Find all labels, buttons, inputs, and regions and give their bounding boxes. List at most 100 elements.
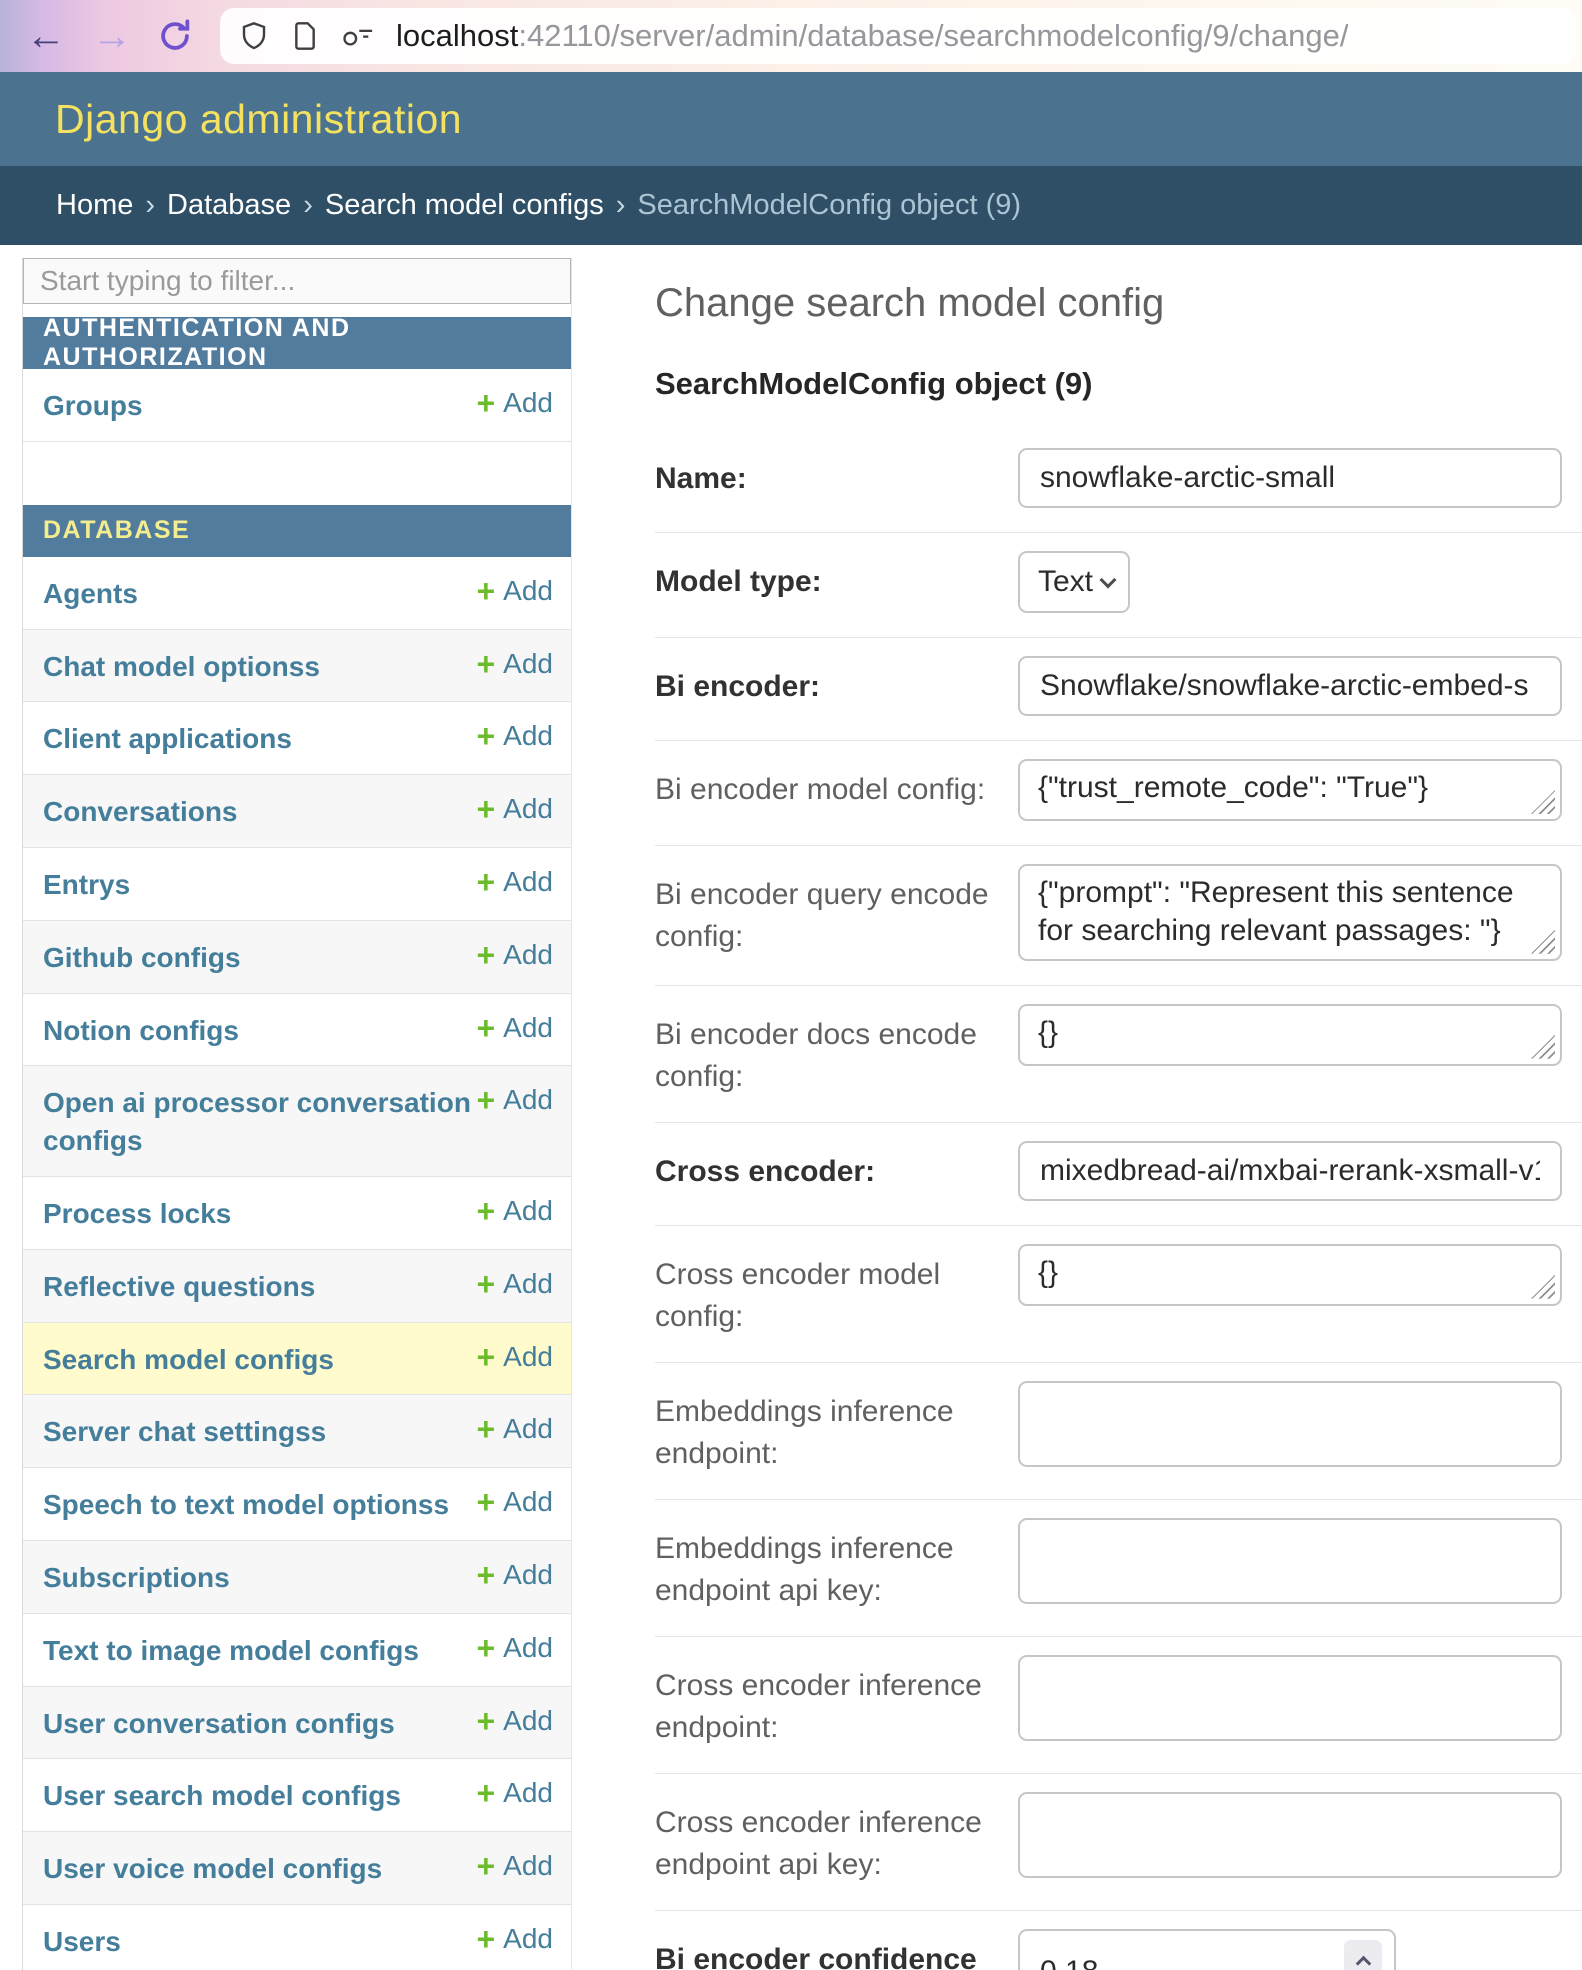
form-row-cross-encoder-inference-endpoint-api-key: Cross encoder inference endpoint api key… bbox=[655, 1774, 1582, 1911]
add-conversations-button[interactable]: +Add bbox=[476, 791, 553, 825]
add-user-search-model-configs-button[interactable]: +Add bbox=[476, 1775, 553, 1809]
resize-handle[interactable] bbox=[1531, 1275, 1555, 1299]
sidebar-item-conversations: Conversations+Add bbox=[23, 775, 571, 848]
resize-handle[interactable] bbox=[1531, 1035, 1555, 1059]
bi-encoder-docs-encode-config-textarea[interactable]: {} bbox=[1018, 1004, 1562, 1066]
page-body: ‹ AUTHENTICATION AND AUTHORIZATIONGroups… bbox=[0, 245, 1582, 1970]
sidebar-item-user-search-model-configs: User search model configs+Add bbox=[23, 1759, 571, 1832]
sidebar-link-open-ai-processor-conversation-configs[interactable]: Open ai processor conversation configs bbox=[43, 1082, 476, 1160]
sidebar-link-process-locks[interactable]: Process locks bbox=[43, 1193, 476, 1233]
add-reflective-questions-button[interactable]: +Add bbox=[476, 1266, 553, 1300]
add-chat-model-optionss-button[interactable]: +Add bbox=[476, 646, 553, 680]
add-open-ai-processor-conversation-configs-button[interactable]: +Add bbox=[476, 1082, 553, 1116]
resize-handle[interactable] bbox=[1531, 930, 1555, 954]
bi-encoder-model-config-textarea[interactable]: {"trust_remote_code": "True"} bbox=[1018, 759, 1562, 821]
cross-encoder-inference-endpoint-api-key-input[interactable] bbox=[1018, 1792, 1562, 1878]
add-label: Add bbox=[503, 1413, 553, 1445]
add-agents-button[interactable]: +Add bbox=[476, 573, 553, 607]
sidebar-item-user-conversation-configs: User conversation configs+Add bbox=[23, 1687, 571, 1760]
add-search-model-configs-button[interactable]: +Add bbox=[476, 1339, 553, 1373]
sidebar-link-client-applications[interactable]: Client applications bbox=[43, 718, 476, 758]
bi-encoder-query-encode-config-textarea[interactable]: {"prompt": "Represent this sentence for … bbox=[1018, 864, 1562, 961]
embeddings-inference-endpoint-input[interactable] bbox=[1018, 1381, 1562, 1467]
sidebar-link-user-voice-model-configs[interactable]: User voice model configs bbox=[43, 1848, 476, 1888]
main-content: Change search model config SearchModelCo… bbox=[572, 245, 1582, 1970]
sidebar-link-agents[interactable]: Agents bbox=[43, 573, 476, 613]
stepper-up-icon[interactable] bbox=[1355, 1956, 1371, 1970]
sidebar-link-reflective-questions[interactable]: Reflective questions bbox=[43, 1266, 476, 1306]
sidebar-item-notion-configs: Notion configs+Add bbox=[23, 994, 571, 1067]
sidebar-link-conversations[interactable]: Conversations bbox=[43, 791, 476, 831]
cross-encoder-model-config-textarea[interactable]: {} bbox=[1018, 1244, 1562, 1306]
plus-icon: + bbox=[476, 1923, 495, 1955]
sidebar-link-users[interactable]: Users bbox=[43, 1921, 476, 1961]
sidebar-item-client-applications: Client applications+Add bbox=[23, 702, 571, 775]
name-input[interactable] bbox=[1018, 448, 1562, 508]
permissions-icon[interactable] bbox=[340, 21, 376, 51]
add-notion-configs-button[interactable]: +Add bbox=[476, 1010, 553, 1044]
add-users-button[interactable]: +Add bbox=[476, 1921, 553, 1955]
add-user-conversation-configs-button[interactable]: +Add bbox=[476, 1703, 553, 1737]
sidebar-link-notion-configs[interactable]: Notion configs bbox=[43, 1010, 476, 1050]
sidebar-filter-input[interactable] bbox=[23, 258, 571, 304]
bi-encoder-label: Bi encoder: bbox=[655, 656, 1000, 708]
bi-encoder-model-config-control: {"trust_remote_code": "True"} bbox=[1018, 759, 1562, 821]
model-type-select[interactable]: Text bbox=[1018, 551, 1130, 613]
bi-encoder-confidence-threshold-input[interactable]: 0.18 bbox=[1018, 1929, 1396, 1970]
name-label: Name: bbox=[655, 448, 1000, 500]
add-user-voice-model-configs-button[interactable]: +Add bbox=[476, 1848, 553, 1882]
browser-refresh-icon[interactable] bbox=[156, 17, 194, 55]
sidebar-item-chat-model-optionss: Chat model optionss+Add bbox=[23, 630, 571, 703]
sidebar-link-speech-to-text-model-optionss[interactable]: Speech to text model optionss bbox=[43, 1484, 476, 1524]
url-bar[interactable]: localhost:42110/server/admin/database/se… bbox=[220, 8, 1576, 64]
sidebar-link-server-chat-settingss[interactable]: Server chat settingss bbox=[43, 1411, 476, 1451]
sidebar-toggle-icon[interactable]: ‹ bbox=[0, 1192, 1, 1246]
bi-encoder-input[interactable] bbox=[1018, 656, 1562, 716]
sidebar-link-text-to-image-model-configs[interactable]: Text to image model configs bbox=[43, 1630, 476, 1670]
resize-handle[interactable] bbox=[1531, 790, 1555, 814]
cross-encoder-inference-endpoint-api-key-control bbox=[1018, 1792, 1562, 1878]
add-groups-button[interactable]: +Add bbox=[476, 385, 553, 419]
add-label: Add bbox=[503, 1012, 553, 1044]
sidebar-link-user-conversation-configs[interactable]: User conversation configs bbox=[43, 1703, 476, 1743]
breadcrumb-link-home[interactable]: Home bbox=[56, 189, 133, 222]
page-title: Change search model config bbox=[655, 281, 1582, 326]
cross-encoder-inference-endpoint-control bbox=[1018, 1655, 1562, 1741]
sidebar-link-groups[interactable]: Groups bbox=[43, 385, 476, 425]
sidebar-link-chat-model-optionss[interactable]: Chat model optionss bbox=[43, 646, 476, 686]
embeddings-inference-endpoint-control bbox=[1018, 1381, 1562, 1467]
sidebar-item-user-voice-model-configs: User voice model configs+Add bbox=[23, 1832, 571, 1905]
browser-toolbar: ← → localhost:42110/server/admin/databas… bbox=[0, 0, 1582, 72]
breadcrumb-link-search-model-configs[interactable]: Search model configs bbox=[325, 189, 604, 222]
add-entrys-button[interactable]: +Add bbox=[476, 864, 553, 898]
breadcrumb-link-database[interactable]: Database bbox=[167, 189, 291, 222]
plus-icon: + bbox=[476, 1268, 495, 1300]
cross-encoder-inference-endpoint-input[interactable] bbox=[1018, 1655, 1562, 1741]
shield-icon[interactable] bbox=[238, 20, 270, 52]
url-path: :42110/server/admin/database/searchmodel… bbox=[518, 18, 1348, 53]
bi-encoder-confidence-threshold-stepper[interactable] bbox=[1344, 1940, 1382, 1970]
browser-back-icon[interactable]: ← bbox=[26, 16, 66, 56]
sidebar-link-subscriptions[interactable]: Subscriptions bbox=[43, 1557, 476, 1597]
add-process-locks-button[interactable]: +Add bbox=[476, 1193, 553, 1227]
add-speech-to-text-model-optionss-button[interactable]: +Add bbox=[476, 1484, 553, 1518]
add-server-chat-settingss-button[interactable]: +Add bbox=[476, 1411, 553, 1445]
sidebar-link-entrys[interactable]: Entrys bbox=[43, 864, 476, 904]
branding-bar: Django administration bbox=[0, 72, 1582, 166]
plus-icon: + bbox=[476, 1632, 495, 1664]
bi-encoder-query-encode-config-label: Bi encoder query encode config: bbox=[655, 864, 1000, 958]
plus-icon: + bbox=[476, 939, 495, 971]
browser-forward-icon[interactable]: → bbox=[92, 16, 132, 56]
sidebar-link-user-search-model-configs[interactable]: User search model configs bbox=[43, 1775, 476, 1815]
add-text-to-image-model-configs-button[interactable]: +Add bbox=[476, 1630, 553, 1664]
sidebar-link-search-model-configs[interactable]: Search model configs bbox=[43, 1339, 476, 1379]
add-github-configs-button[interactable]: +Add bbox=[476, 937, 553, 971]
embeddings-inference-endpoint-api-key-input[interactable] bbox=[1018, 1518, 1562, 1604]
page-icon[interactable] bbox=[290, 20, 320, 52]
cross-encoder-input[interactable] bbox=[1018, 1141, 1562, 1201]
sidebar-item-users: Users+Add bbox=[23, 1905, 571, 1970]
sidebar-link-github-configs[interactable]: Github configs bbox=[43, 937, 476, 977]
site-title[interactable]: Django administration bbox=[55, 96, 462, 143]
add-client-applications-button[interactable]: +Add bbox=[476, 718, 553, 752]
add-subscriptions-button[interactable]: +Add bbox=[476, 1557, 553, 1591]
